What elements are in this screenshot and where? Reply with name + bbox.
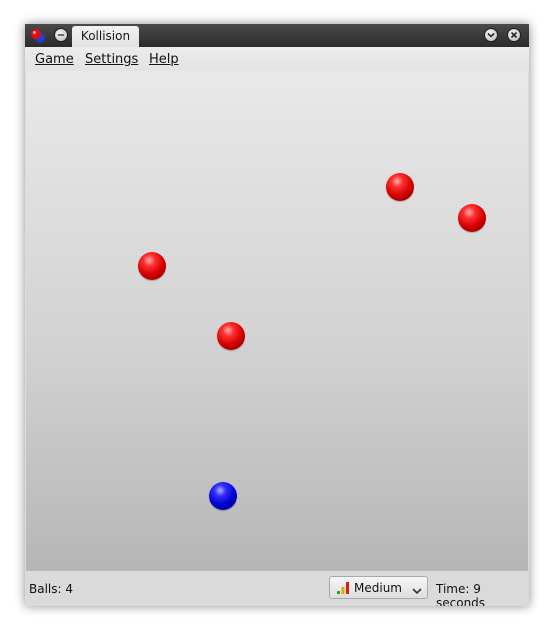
title-bar[interactable]: Kollision	[25, 24, 529, 47]
window-menu-icon[interactable]	[54, 28, 68, 42]
menu-bar: Game Settings Help	[25, 47, 529, 71]
game-field[interactable]	[26, 71, 528, 571]
window-title-tab: Kollision	[72, 26, 139, 47]
kollision-window: Kollision Game Settings Help Balls: 4 Me…	[25, 24, 529, 606]
red-ball	[217, 322, 245, 350]
difficulty-value: Medium	[354, 581, 402, 595]
kollision-app-icon[interactable]	[30, 28, 46, 44]
minimize-button[interactable]	[484, 28, 498, 42]
status-bar: Balls: 4 Medium Time: 9 seconds	[25, 571, 529, 606]
red-ball	[458, 204, 486, 232]
elapsed-time-label: Time: 9 seconds	[436, 582, 486, 606]
menu-settings[interactable]: Settings	[85, 52, 138, 67]
difficulty-dropdown[interactable]: Medium	[329, 576, 428, 599]
chevron-down-icon	[412, 584, 422, 598]
red-ball	[138, 252, 166, 280]
menu-game[interactable]: Game	[35, 52, 74, 67]
menu-help[interactable]: Help	[149, 52, 179, 67]
difficulty-bars-icon	[336, 581, 350, 598]
chevron-down-icon	[487, 32, 495, 38]
close-button[interactable]	[507, 28, 521, 42]
close-icon	[510, 31, 518, 39]
blue-player-ball[interactable]	[209, 482, 237, 510]
red-ball	[386, 173, 414, 201]
balls-count-label: Balls: 4	[29, 582, 73, 596]
